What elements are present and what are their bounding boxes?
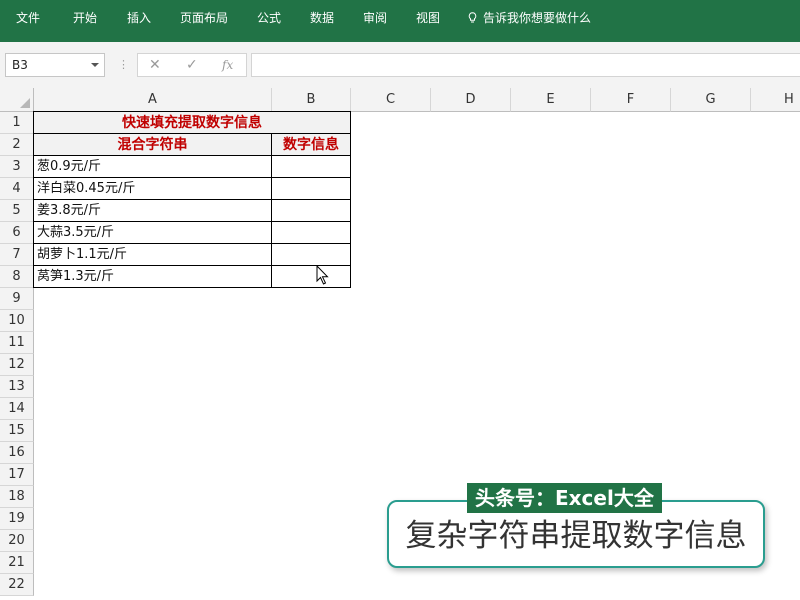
data-cell-b4[interactable] (272, 178, 351, 200)
row-header-7[interactable]: 7 (0, 244, 34, 266)
watermark-label: 头条号：Excel大全 (467, 483, 662, 513)
tab-formulas[interactable]: 公式 (257, 0, 281, 36)
chevron-down-icon[interactable] (91, 63, 99, 67)
column-header-b[interactable]: B (272, 88, 351, 112)
formula-buttons: ✕ ✓ fx (137, 53, 247, 77)
mouse-pointer-icon (316, 265, 329, 285)
row-header-1[interactable]: 1 (0, 112, 34, 134)
row-header-13[interactable]: 13 (0, 376, 34, 398)
data-cell-b8[interactable] (272, 266, 351, 288)
row-header-19[interactable]: 19 (0, 508, 34, 530)
formula-bar-area: B3 ⋮ ✕ ✓ fx (0, 42, 800, 88)
tab-file[interactable]: 文件 (16, 0, 40, 36)
name-box-value: B3 (12, 58, 28, 72)
data-cell-b6[interactable] (272, 222, 351, 244)
row-header-4[interactable]: 4 (0, 178, 34, 200)
row-header-11[interactable]: 11 (0, 332, 34, 354)
row-header-12[interactable]: 12 (0, 354, 34, 376)
more-options-icon[interactable]: ⋮ (118, 54, 129, 76)
tab-home[interactable]: 开始 (73, 0, 97, 36)
cancel-icon[interactable]: ✕ (149, 54, 161, 76)
row-header-3[interactable]: 3 (0, 156, 34, 178)
insert-function-icon[interactable]: fx (222, 54, 233, 76)
column-header-h[interactable]: H (751, 88, 800, 112)
column-header-d[interactable]: D (431, 88, 511, 112)
header-cell-a[interactable]: 混合字符串 (33, 134, 272, 156)
tell-me-label: 告诉我你想要做什么 (483, 11, 592, 25)
row-header-6[interactable]: 6 (0, 222, 34, 244)
data-cell-b7[interactable] (272, 244, 351, 266)
enter-icon[interactable]: ✓ (186, 54, 198, 76)
tab-review[interactable]: 审阅 (363, 0, 387, 36)
tell-me-box[interactable]: 告诉我你想要做什么 (468, 0, 591, 36)
data-cell-a3[interactable]: 葱0.9元/斤 (33, 156, 272, 178)
title-cell[interactable]: 快速填充提取数字信息 (33, 111, 351, 134)
column-header-e[interactable]: E (511, 88, 591, 112)
row-header-10[interactable]: 10 (0, 310, 34, 332)
data-cell-a4[interactable]: 洋白菜0.45元/斤 (33, 178, 272, 200)
header-cell-b[interactable]: 数字信息 (272, 134, 351, 156)
column-header-c[interactable]: C (351, 88, 431, 112)
row-header-5[interactable]: 5 (0, 200, 34, 222)
tab-page-layout[interactable]: 页面布局 (180, 0, 228, 36)
row-header-17[interactable]: 17 (0, 464, 34, 486)
row-header-15[interactable]: 15 (0, 420, 34, 442)
data-cell-b3[interactable] (272, 156, 351, 178)
data-cell-a7[interactable]: 胡萝卜1.1元/斤 (33, 244, 272, 266)
row-header-14[interactable]: 14 (0, 398, 34, 420)
row-header-20[interactable]: 20 (0, 530, 34, 552)
row-header-18[interactable]: 18 (0, 486, 34, 508)
data-cell-a8[interactable]: 莴笋1.3元/斤 (33, 266, 272, 288)
row-header-2[interactable]: 2 (0, 134, 34, 156)
lightbulb-icon (468, 12, 477, 23)
formula-input[interactable] (251, 53, 800, 77)
column-header-g[interactable]: G (671, 88, 751, 112)
row-header-16[interactable]: 16 (0, 442, 34, 464)
row-header-21[interactable]: 21 (0, 552, 34, 574)
tab-view[interactable]: 视图 (416, 0, 440, 36)
watermark-caption: 复杂字符串提取数字信息 (405, 518, 747, 554)
ribbon: 文件 开始 插入 页面布局 公式 数据 审阅 视图 告诉我你想要做什么 (0, 0, 800, 42)
row-header-22[interactable]: 22 (0, 574, 34, 596)
row-header-8[interactable]: 8 (0, 266, 34, 288)
data-cell-a6[interactable]: 大蒜3.5元/斤 (33, 222, 272, 244)
name-box[interactable]: B3 (5, 53, 105, 77)
tab-insert[interactable]: 插入 (127, 0, 151, 36)
column-header-f[interactable]: F (591, 88, 671, 112)
row-header-9[interactable]: 9 (0, 288, 34, 310)
column-header-a[interactable]: A (34, 88, 272, 112)
data-cell-b5[interactable] (272, 200, 351, 222)
data-cell-a5[interactable]: 姜3.8元/斤 (33, 200, 272, 222)
select-all-button[interactable] (0, 88, 34, 112)
tab-data[interactable]: 数据 (310, 0, 334, 36)
select-all-triangle-icon (20, 98, 30, 108)
